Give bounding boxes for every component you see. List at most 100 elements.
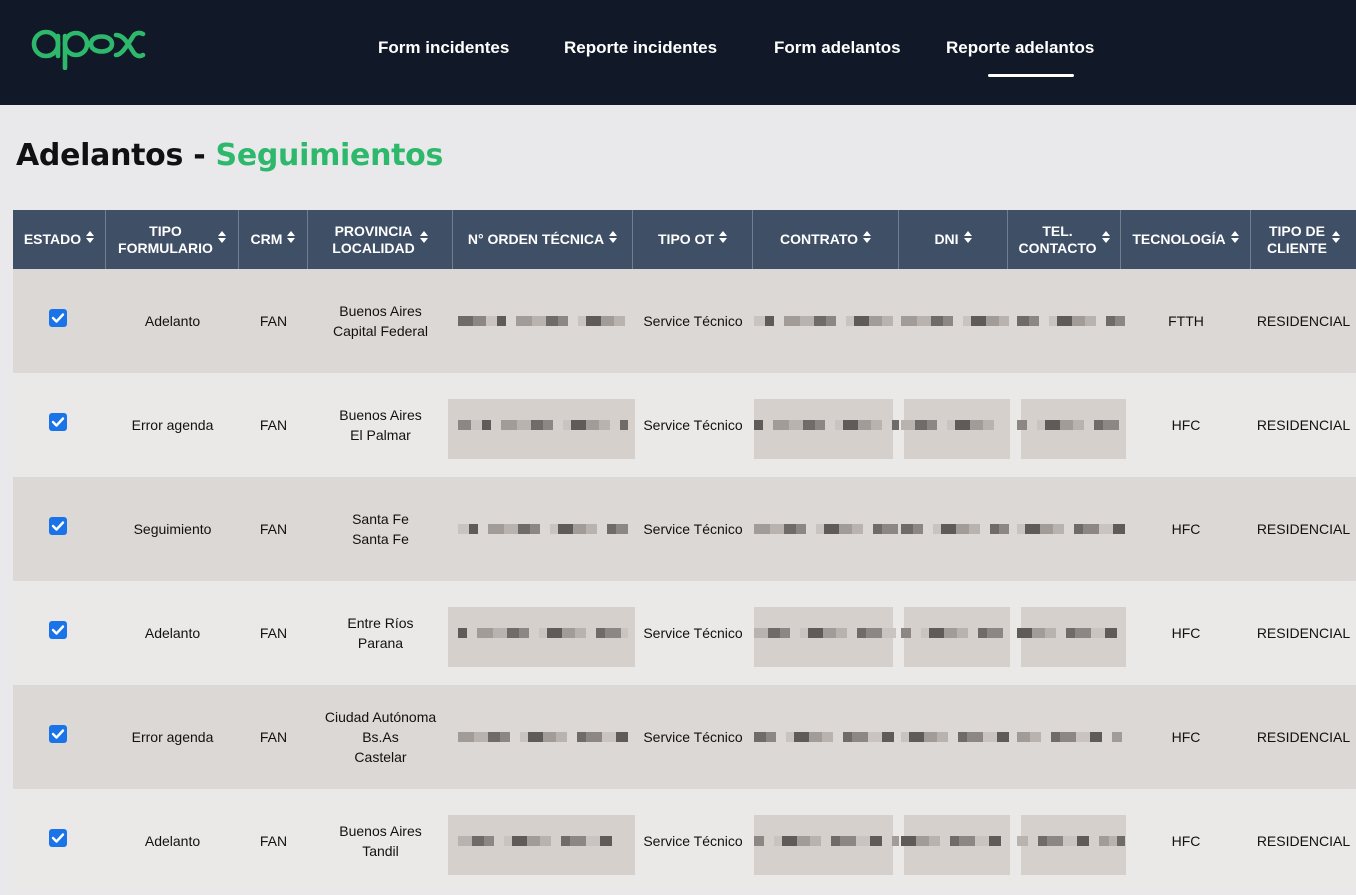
sort-updown-icon[interactable] bbox=[963, 230, 972, 249]
sort-updown-icon[interactable] bbox=[419, 230, 428, 249]
redacted-pixel bbox=[1091, 628, 1105, 638]
redacted-pixel bbox=[1103, 420, 1119, 430]
column-header-tipo-ot[interactable]: TIPO OT bbox=[633, 210, 753, 269]
sort-updown-icon[interactable] bbox=[1230, 230, 1239, 249]
redacted-pixel bbox=[532, 316, 546, 326]
estado-checkbox[interactable] bbox=[49, 413, 67, 431]
redacted-pixel bbox=[754, 628, 768, 638]
redacted-pixel bbox=[547, 628, 562, 638]
redacted-pixel bbox=[1090, 732, 1102, 742]
redacted-pixel bbox=[987, 628, 1003, 638]
sort-updown-icon[interactable] bbox=[1331, 230, 1340, 249]
column-header-label: CONTRATO bbox=[780, 231, 858, 248]
redacted-pixel bbox=[586, 524, 597, 534]
redacted-pixel bbox=[766, 732, 776, 742]
redacted-pixel bbox=[561, 836, 570, 846]
cell-crm: FAN bbox=[259, 833, 288, 849]
redacted-pixel bbox=[586, 732, 602, 742]
sort-updown-icon[interactable] bbox=[287, 230, 296, 249]
estado-checkbox[interactable] bbox=[49, 309, 67, 327]
redacted-pixel bbox=[823, 628, 836, 638]
column-header-tecnologia[interactable]: TECNOLOGÍA bbox=[1121, 210, 1251, 269]
redacted-pixel bbox=[518, 524, 530, 534]
redacted-pixel bbox=[1032, 628, 1045, 638]
sort-updown-icon[interactable] bbox=[719, 230, 727, 249]
nav-link-reporte-adelantos[interactable]: Reporte adelantos bbox=[946, 38, 1094, 58]
column-header-line1: TIPO bbox=[149, 222, 182, 239]
redacted-pixel bbox=[602, 732, 616, 742]
redacted-pixel bbox=[1099, 524, 1113, 534]
column-header-label: CRM bbox=[251, 231, 283, 248]
redacted-pixel bbox=[516, 316, 532, 326]
cell-tipo-formulario: Adelanto bbox=[144, 833, 201, 849]
sort-updown-icon[interactable] bbox=[217, 230, 226, 249]
redacted-pixel bbox=[458, 524, 469, 534]
column-header-orden-tecnica[interactable]: N° ORDEN TÉCNICA bbox=[453, 210, 633, 269]
redacted-pixel bbox=[931, 316, 943, 326]
redacted-pixel bbox=[1017, 420, 1027, 430]
redacted-pixel bbox=[958, 732, 967, 742]
cell-tecnologia: HFC bbox=[1171, 521, 1201, 537]
redacted-pixel bbox=[950, 836, 959, 846]
redacted-pixel bbox=[558, 524, 573, 534]
redacted-pixel bbox=[458, 628, 467, 638]
column-header-tel-contacto[interactable]: TEL. CONTACTO bbox=[1008, 210, 1121, 269]
column-header-provincia-localidad[interactable]: PROVINCIA LOCALIDAD bbox=[308, 210, 453, 269]
sort-updown-icon[interactable] bbox=[863, 230, 872, 249]
estado-checkbox[interactable] bbox=[49, 829, 67, 847]
column-header-contrato[interactable]: CONTRATO bbox=[753, 210, 899, 269]
redacted-pixel bbox=[504, 524, 518, 534]
redacted-pixel bbox=[1099, 836, 1109, 846]
redacted-pixel bbox=[870, 836, 882, 846]
redacted-pixel bbox=[1051, 732, 1060, 742]
redacted-pixel bbox=[929, 836, 940, 846]
redacted-pixel bbox=[822, 732, 833, 742]
redacted-pixel bbox=[997, 732, 1009, 742]
sort-updown-icon[interactable] bbox=[86, 230, 95, 249]
check-icon bbox=[51, 625, 65, 635]
redacted-pixel bbox=[1083, 524, 1099, 534]
redacted-pixel bbox=[488, 524, 504, 534]
redacted-pixel bbox=[917, 316, 931, 326]
redacted-pixel bbox=[546, 316, 558, 326]
nav-link-form-incidentes[interactable]: Form incidentes bbox=[378, 38, 509, 58]
cell-crm: FAN bbox=[259, 521, 288, 537]
estado-checkbox[interactable] bbox=[49, 517, 67, 535]
redacted-pixel bbox=[800, 316, 814, 326]
apex-logo[interactable] bbox=[30, 24, 148, 75]
column-header-line1: TIPO OT bbox=[658, 231, 714, 247]
page-title: Adelantos - Seguimientos bbox=[16, 138, 443, 173]
nav-link-reporte-incidentes[interactable]: Reporte incidentes bbox=[564, 38, 717, 58]
redacted-pixel bbox=[1049, 316, 1057, 326]
redacted-pixel bbox=[765, 316, 774, 326]
redacted-pixel bbox=[607, 524, 616, 534]
sort-updown-icon[interactable] bbox=[1101, 230, 1110, 249]
cell-provincia: Buenos Aires bbox=[339, 407, 422, 423]
column-header-crm[interactable]: CRM bbox=[239, 210, 308, 269]
column-header-tipo-cliente[interactable]: TIPO DE CLIENTE bbox=[1251, 210, 1356, 269]
redacted-pixel bbox=[500, 732, 510, 742]
redacted-pixel bbox=[909, 732, 924, 742]
redacted-pixel bbox=[901, 524, 913, 534]
redacted-pixel bbox=[937, 732, 948, 742]
redacted-pixel bbox=[482, 420, 491, 430]
redacted-pixel bbox=[810, 836, 821, 846]
redacted-pixel bbox=[1047, 836, 1063, 846]
estado-checkbox[interactable] bbox=[49, 621, 67, 639]
column-header-label: DNI bbox=[934, 231, 958, 248]
column-header-line2: CONTACTO bbox=[1018, 239, 1097, 256]
cell-provincia-localidad: Entre Ríos Parana bbox=[308, 581, 453, 685]
redacted-pixel bbox=[530, 524, 540, 534]
redacted-pixel bbox=[990, 524, 999, 534]
column-header-estado[interactable]: ESTADO bbox=[13, 210, 106, 269]
column-header-label: TECNOLOGÍA bbox=[1132, 231, 1225, 248]
redacted-pixel bbox=[773, 420, 789, 430]
redacted-pixel bbox=[573, 524, 586, 534]
estado-checkbox[interactable] bbox=[49, 725, 67, 743]
nav-link-form-adelantos[interactable]: Form adelantos bbox=[774, 38, 901, 58]
sort-updown-icon[interactable] bbox=[609, 230, 618, 249]
redacted-pixel bbox=[575, 628, 586, 638]
column-header-tipo-formulario[interactable]: TIPO FORMULARIO bbox=[106, 210, 239, 269]
column-header-line1: TIPO DE bbox=[1268, 222, 1325, 239]
column-header-dni[interactable]: DNI bbox=[899, 210, 1008, 269]
